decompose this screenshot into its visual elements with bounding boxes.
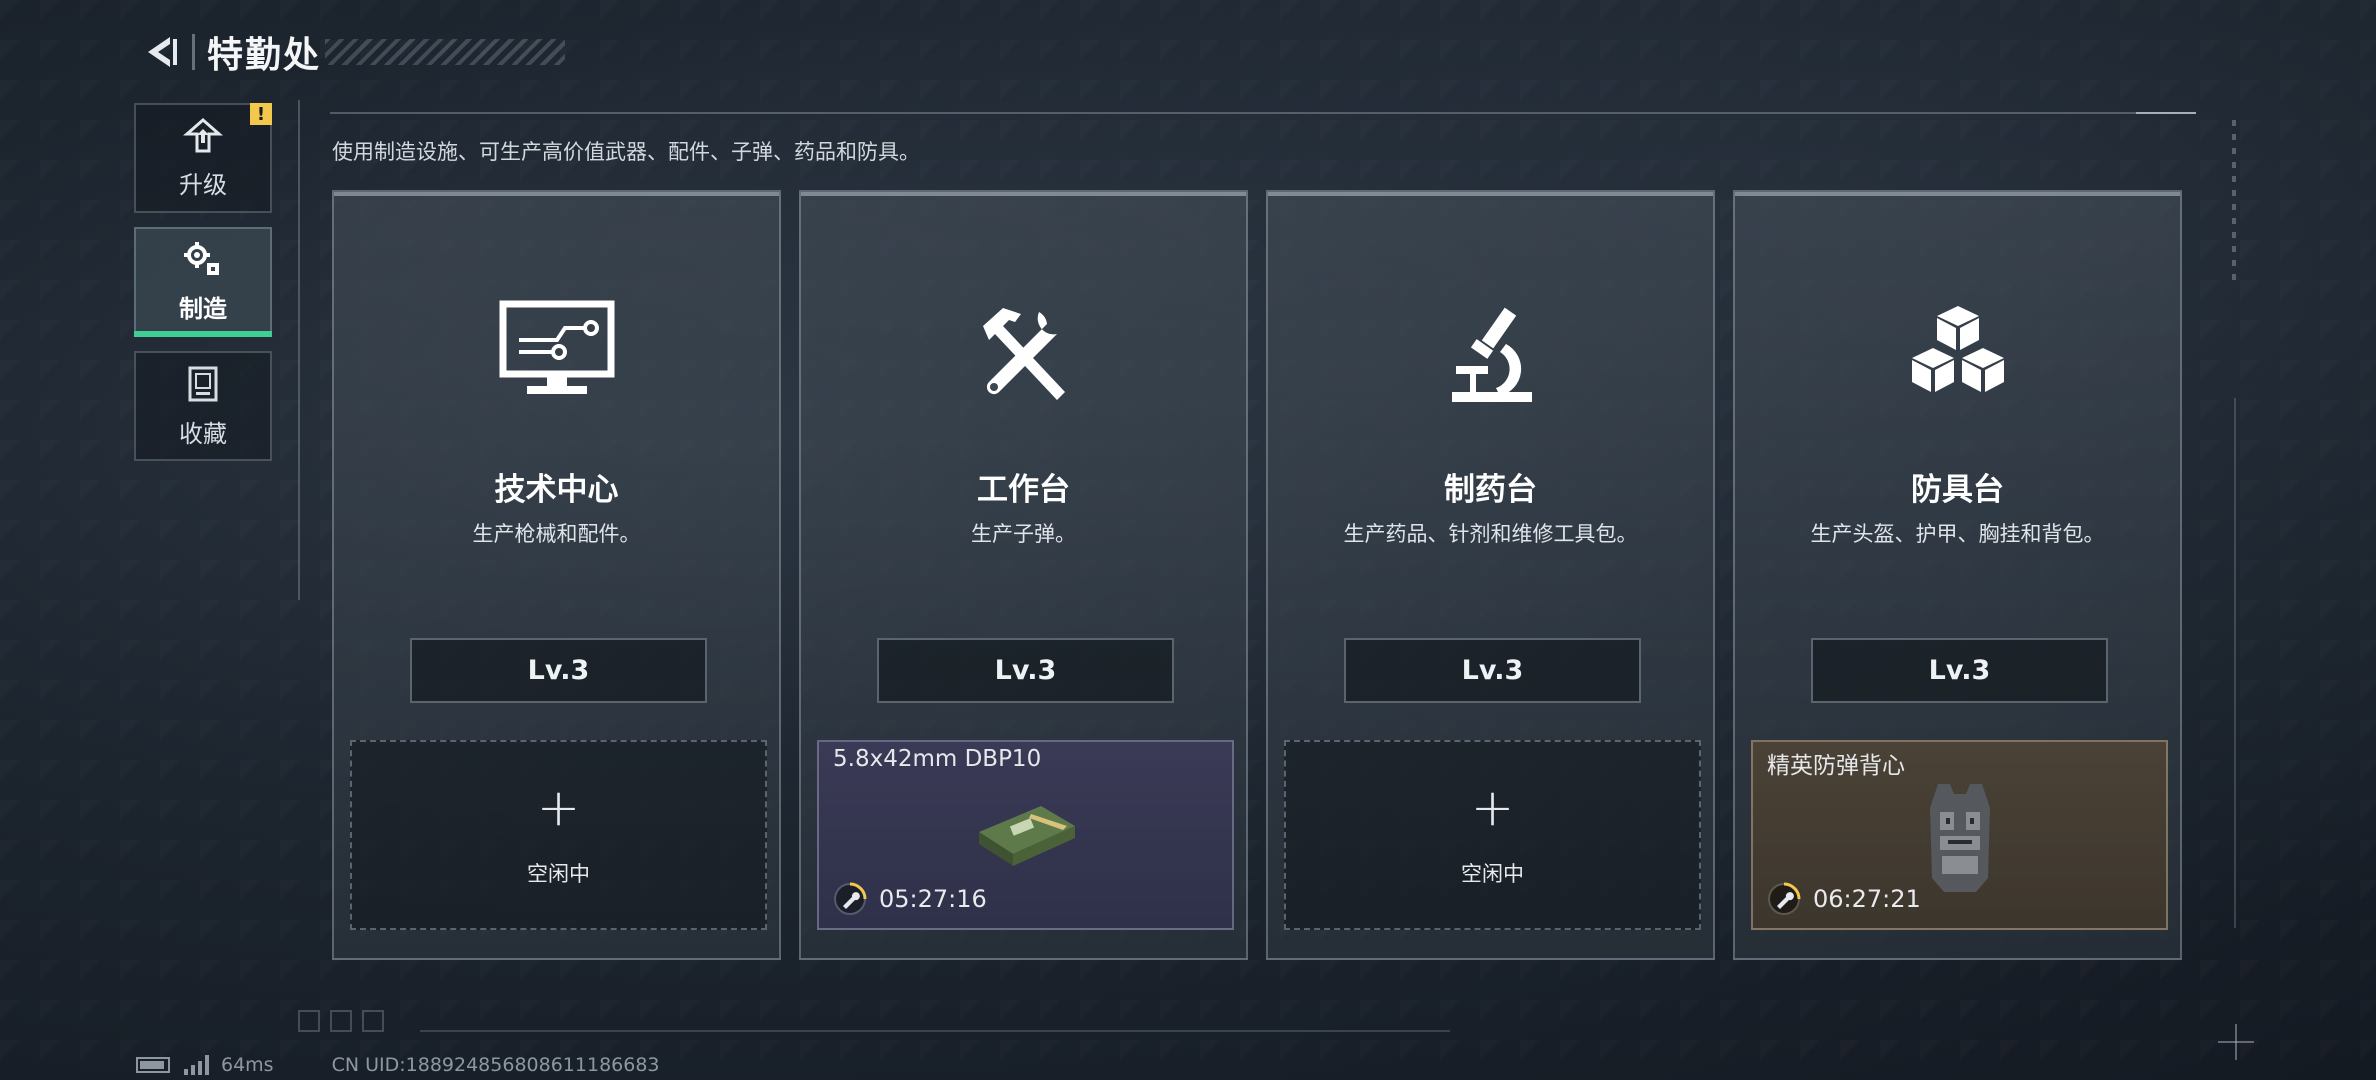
production-slot-active[interactable]: 精英防弹背心 06:27:21 bbox=[1751, 740, 2168, 930]
frame-left-line bbox=[298, 100, 300, 600]
back-arrow-icon bbox=[148, 37, 177, 67]
item-name: 5.8x42mm DBP10 bbox=[833, 746, 1042, 772]
production-timer: 05:27:16 bbox=[833, 882, 987, 916]
title-decoration bbox=[325, 39, 566, 65]
station-level: Lv.3 bbox=[1344, 638, 1641, 703]
microscope-icon bbox=[1451, 307, 1532, 402]
page-description: 使用制造设施、可生产高价值武器、配件、子弹、药品和防具。 bbox=[332, 140, 920, 164]
monitor-circuit-icon bbox=[499, 300, 614, 394]
signal-icon bbox=[184, 1055, 209, 1075]
timer-text: 05:27:16 bbox=[879, 885, 987, 913]
production-slot-idle[interactable]: + 空闲中 bbox=[1284, 740, 1701, 930]
frame-divider bbox=[330, 112, 2196, 114]
hammer-wrench-icon bbox=[982, 308, 1065, 400]
slot-status: 空闲中 bbox=[527, 862, 590, 886]
station-card-tech-center[interactable]: 技术中心 生产枪械和配件。 Lv.3 + 空闲中 bbox=[332, 190, 781, 960]
battery-icon bbox=[136, 1057, 170, 1073]
ammo-box-icon bbox=[978, 806, 1075, 866]
station-card-workbench[interactable]: 工作台 生产子弹。 Lv.3 5.8x42mm DBP10 05:27:16 bbox=[799, 190, 1248, 960]
sidebar-item-label: 制造 bbox=[179, 294, 227, 323]
sidebar-item-collection[interactable]: 收藏 bbox=[134, 351, 272, 461]
footer-divider bbox=[420, 1030, 1450, 1032]
item-name: 精英防弹背心 bbox=[1767, 753, 1905, 779]
back-button[interactable] bbox=[136, 27, 186, 77]
upgrade-icon bbox=[183, 117, 223, 152]
station-description: 生产子弹。 bbox=[971, 522, 1076, 546]
plus-icon: + bbox=[1470, 778, 1515, 838]
warning-badge: ! bbox=[250, 103, 272, 125]
wrench-timer-icon bbox=[834, 882, 867, 915]
status-bar: 64ms CN UID:1889248568086111866​83 bbox=[136, 1054, 660, 1076]
wrench-timer-icon bbox=[1768, 882, 1801, 915]
gears-icon bbox=[184, 241, 219, 275]
collection-icon bbox=[188, 366, 218, 401]
cubes-icon bbox=[1911, 306, 2004, 392]
production-slot-idle[interactable]: + 空闲中 bbox=[350, 740, 767, 930]
station-list: 技术中心 生产枪械和配件。 Lv.3 + 空闲中 工作台 生产子弹。 Lv.3 … bbox=[332, 190, 2182, 960]
sidebar-item-label: 升级 bbox=[179, 170, 227, 199]
sidebar: ! 升级 制造 收藏 bbox=[134, 103, 272, 475]
right-rail-decoration bbox=[2232, 120, 2236, 280]
station-level: Lv.3 bbox=[1811, 638, 2108, 703]
right-line-decoration bbox=[2234, 398, 2236, 928]
station-description: 生产药品、针剂和维修工具包。 bbox=[1343, 522, 1638, 546]
ping-value: 64ms bbox=[221, 1054, 274, 1076]
sidebar-item-upgrade[interactable]: ! 升级 bbox=[134, 103, 272, 213]
frame-divider-accent bbox=[2136, 112, 2196, 114]
footer-decoration bbox=[298, 1010, 384, 1032]
station-card-armor[interactable]: 防具台 生产头盔、护甲、胸挂和背包。 Lv.3 精英防弹背心 06:27:21 bbox=[1733, 190, 2182, 960]
timer-text: 06:27:21 bbox=[1813, 885, 1921, 913]
sidebar-item-craft[interactable]: 制造 bbox=[134, 227, 272, 337]
station-description: 生产头盔、护甲、胸挂和背包。 bbox=[1810, 522, 2105, 546]
station-level: Lv.3 bbox=[410, 638, 707, 703]
plus-icon: + bbox=[536, 778, 581, 838]
station-name: 技术中心 bbox=[494, 472, 619, 508]
header-divider bbox=[192, 34, 195, 70]
station-level: Lv.3 bbox=[877, 638, 1174, 703]
station-name: 制药台 bbox=[1444, 472, 1537, 508]
sidebar-item-label: 收藏 bbox=[179, 419, 227, 448]
page-header: 特勤处 bbox=[136, 22, 566, 82]
station-card-pharmacy[interactable]: 制药台 生产药品、针剂和维修工具包。 Lv.3 + 空闲中 bbox=[1266, 190, 1715, 960]
slot-status: 空闲中 bbox=[1461, 862, 1524, 886]
production-slot-active[interactable]: 5.8x42mm DBP10 05:27:16 bbox=[817, 740, 1234, 930]
station-name: 工作台 bbox=[977, 472, 1070, 508]
body-armor-icon bbox=[1929, 784, 1990, 892]
station-description: 生产枪械和配件。 bbox=[472, 522, 641, 546]
user-uid: CN UID:1889248568086111866​83 bbox=[331, 1054, 660, 1076]
crosshair-decoration bbox=[2218, 1024, 2254, 1060]
station-name: 防具台 bbox=[1911, 472, 2004, 508]
production-timer: 06:27:21 bbox=[1767, 882, 1921, 916]
page-title: 特勤处 bbox=[207, 35, 322, 76]
